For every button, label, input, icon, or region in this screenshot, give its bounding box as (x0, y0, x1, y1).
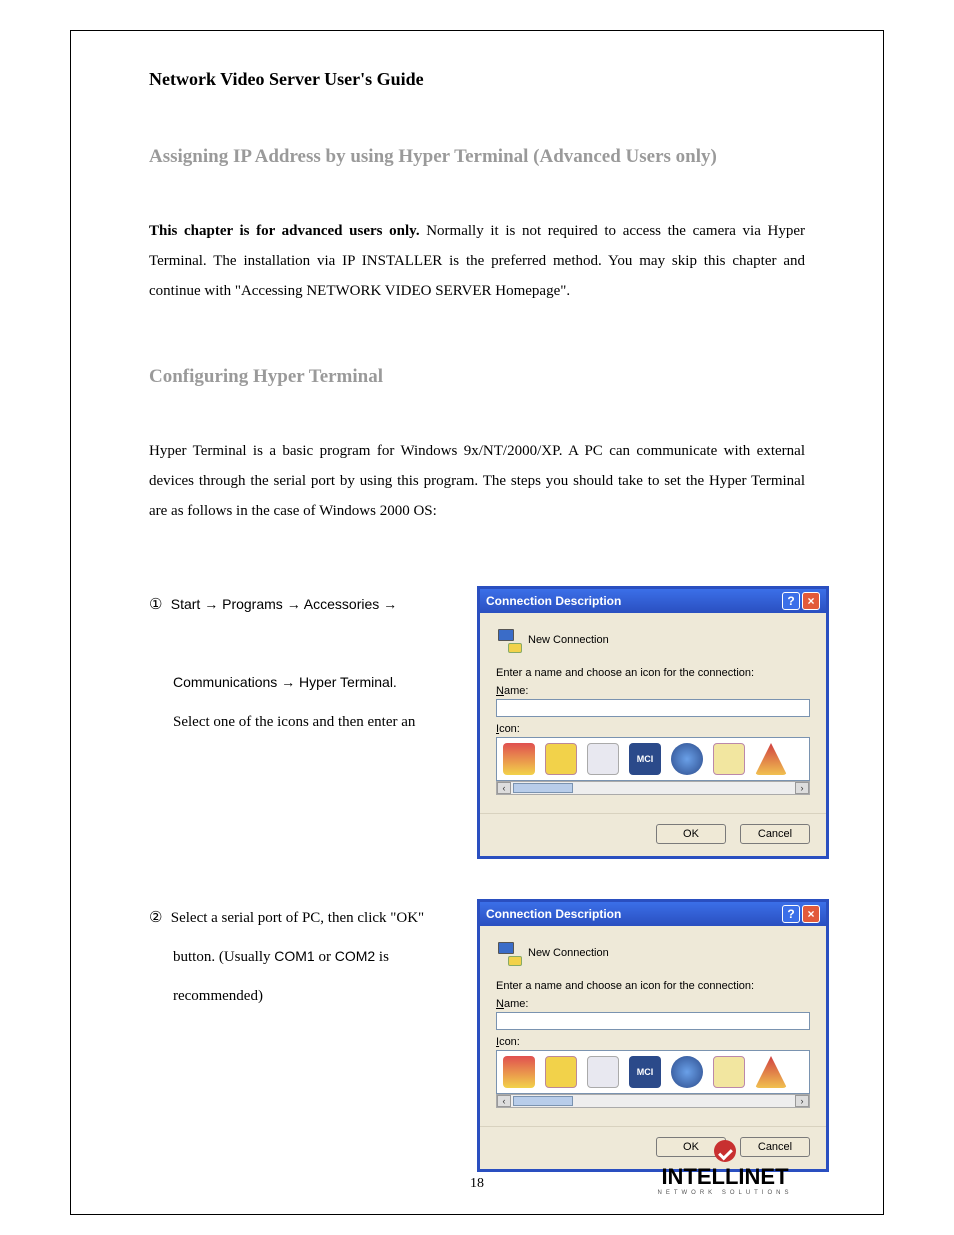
connection-icon-option[interactable] (503, 1056, 535, 1088)
icon-field-label: Icon: (496, 723, 810, 735)
step-1-hyper: Hyper Terminal. (295, 674, 397, 690)
step-2-line2: button. (Usually COM1 or COM2 is (173, 949, 389, 965)
name-input[interactable] (496, 699, 810, 717)
dialog-title-text: Connection Description (486, 594, 621, 608)
name-input[interactable] (496, 1012, 810, 1030)
new-connection-label: New Connection (528, 947, 609, 959)
help-button[interactable]: ? (782, 905, 800, 923)
icon-field-label: Icon: (496, 1036, 810, 1048)
connection-icon-option[interactable]: MCI (629, 1056, 661, 1088)
help-button[interactable]: ? (782, 592, 800, 610)
scroll-thumb[interactable] (513, 1096, 573, 1106)
dialog-titlebar: Connection Description ? × (480, 902, 826, 926)
icon-scrollbar[interactable]: ‹ › (496, 781, 810, 795)
new-connection-icon (496, 940, 522, 966)
brand-logo: INTELLINET NETWORK SOLUTIONS (645, 1140, 805, 1196)
name-field-label: Name: (496, 998, 810, 1010)
logo-subtext: NETWORK SOLUTIONS (645, 1190, 805, 1196)
dialog-titlebar: Connection Description ? × (480, 589, 826, 613)
connection-icon-option[interactable] (755, 1056, 787, 1088)
step-1-line3: Select one of the icons and then enter a… (173, 714, 415, 730)
intro-bold: This chapter is for advanced users only. (149, 223, 420, 239)
step-1-accessories: Accessories (301, 596, 383, 612)
icon-selector[interactable]: MCI (496, 737, 810, 781)
close-button[interactable]: × (802, 592, 820, 610)
step-1-start: Start (171, 596, 204, 612)
logo-checkmark-icon (714, 1140, 736, 1162)
new-connection-icon (496, 627, 522, 653)
dialog-prompt: Enter a name and choose an icon for the … (496, 980, 810, 992)
logo-text: INTELLINET (645, 1164, 805, 1190)
document-title: Network Video Server User's Guide (149, 69, 805, 90)
connection-icon-option[interactable] (545, 1056, 577, 1088)
step-2-number: ② (149, 899, 167, 938)
intro-paragraph: This chapter is for advanced users only.… (149, 216, 805, 306)
step-1-programs: Programs (218, 596, 286, 612)
new-connection-label: New Connection (528, 634, 609, 646)
cancel-button[interactable]: Cancel (740, 824, 810, 844)
connection-icon-option[interactable] (671, 743, 703, 775)
config-paragraph: Hyper Terminal is a basic program for Wi… (149, 436, 805, 526)
step-1-row: ① Start → Programs → Accessories → Commu… (149, 586, 805, 859)
connection-icon-option[interactable] (587, 743, 619, 775)
section-heading: Assigning IP Address by using Hyper Term… (149, 146, 805, 168)
step-2-line3: recommended) (173, 988, 263, 1004)
step-2-text: ② Select a serial port of PC, then click… (149, 899, 459, 1016)
scroll-right-icon[interactable]: › (795, 1095, 809, 1107)
connection-icon-option[interactable] (503, 743, 535, 775)
arrow-icon: → (383, 596, 397, 612)
dialog-title-text: Connection Description (486, 907, 621, 921)
scroll-thumb[interactable] (513, 783, 573, 793)
step-2-com2: COM2 (335, 948, 375, 964)
connection-description-dialog: Connection Description ? × New Connectio… (477, 586, 829, 859)
connection-description-dialog: Connection Description ? × New Connectio… (477, 899, 829, 1172)
scroll-left-icon[interactable]: ‹ (497, 782, 511, 794)
step-2-com1: COM1 (274, 948, 314, 964)
sub-heading: Configuring Hyper Terminal (149, 366, 805, 388)
scroll-right-icon[interactable]: › (795, 782, 809, 794)
connection-icon-option[interactable]: MCI (629, 743, 661, 775)
ok-button[interactable]: OK (656, 824, 726, 844)
icon-selector[interactable]: MCI (496, 1050, 810, 1094)
connection-icon-option[interactable] (755, 743, 787, 775)
step-2-is: is (375, 949, 389, 965)
close-button[interactable]: × (802, 905, 820, 923)
connection-icon-option[interactable] (713, 743, 745, 775)
name-field-label: Name: (496, 685, 810, 697)
step-1-line1: Start → Programs → Accessories → (171, 596, 397, 612)
icon-scrollbar[interactable]: ‹ › (496, 1094, 810, 1108)
arrow-icon: → (281, 674, 295, 690)
step-2-button-word: button. (Usually (173, 949, 274, 965)
dialog-prompt: Enter a name and choose an icon for the … (496, 667, 810, 679)
arrow-icon: → (204, 596, 218, 612)
step-2-line1: Select a serial port of PC, then click "… (171, 910, 424, 926)
step-1-comm: Communications (173, 674, 281, 690)
step-1-text: ① Start → Programs → Accessories → Commu… (149, 586, 459, 742)
connection-icon-option[interactable] (587, 1056, 619, 1088)
step-2-or: or (315, 949, 335, 965)
step-1-line2: Communications → Hyper Terminal. (173, 674, 397, 690)
scroll-left-icon[interactable]: ‹ (497, 1095, 511, 1107)
step-1-number: ① (149, 586, 167, 625)
connection-icon-option[interactable] (713, 1056, 745, 1088)
connection-icon-option[interactable] (545, 743, 577, 775)
connection-icon-option[interactable] (671, 1056, 703, 1088)
step-2-row: ② Select a serial port of PC, then click… (149, 899, 805, 1172)
arrow-icon: → (287, 596, 301, 612)
